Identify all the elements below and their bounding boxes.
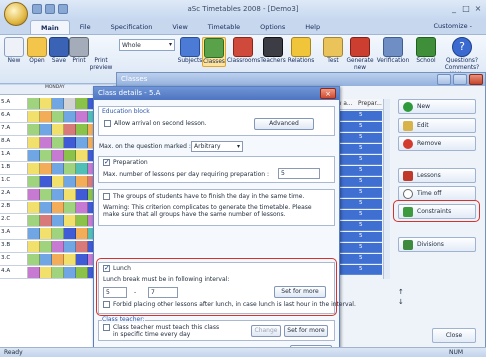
subjects-button[interactable]: Subjects — [177, 37, 203, 65]
minimize-icon[interactable]: _ — [448, 3, 460, 14]
school-icon — [416, 37, 436, 57]
folder-icon — [27, 37, 47, 57]
ribbon-tabs: Main File Specification View Timetable O… — [30, 20, 330, 34]
remove-class-button[interactable]: Remove — [398, 136, 476, 151]
printer-icon — [69, 37, 89, 57]
close-button[interactable]: Close — [432, 328, 476, 343]
edit-class-button[interactable]: Edit — [398, 118, 476, 133]
lunch-highlight — [96, 258, 337, 316]
minimize-icon[interactable] — [437, 74, 451, 85]
class-teacher-checkbox[interactable] — [103, 324, 110, 331]
school-button[interactable]: School — [413, 37, 439, 65]
classes-icon — [204, 38, 224, 58]
arrow-down-icon[interactable]: ↓ — [398, 298, 404, 306]
verification-button[interactable]: Verification — [375, 37, 411, 65]
close-icon[interactable] — [469, 74, 483, 85]
chevron-down-icon: ▾ — [168, 41, 172, 48]
question-icon: ? — [452, 37, 472, 57]
generate-button[interactable]: Generate new — [345, 37, 375, 72]
print-preview-button[interactable]: Print preview — [87, 57, 115, 72]
plus-icon — [403, 102, 413, 112]
chevron-down-icon: ▾ — [236, 143, 240, 150]
classrooms-button[interactable]: Classrooms — [227, 37, 260, 65]
tab-specification[interactable]: Specification — [101, 20, 163, 34]
dialog-title: Class details - 5.A — [94, 87, 339, 100]
title-bar: aSc Timetables 2008 - [Demo3] _ □ × — [0, 0, 486, 20]
tab-file[interactable]: File — [70, 20, 101, 34]
test-icon — [323, 37, 343, 57]
list-scrollbar[interactable] — [383, 99, 390, 279]
disk-icon — [49, 37, 69, 57]
max-question-select[interactable]: Arbitrary ▾ — [191, 141, 243, 152]
classrooms-icon — [233, 37, 253, 57]
quick-access-toolbar[interactable] — [32, 4, 68, 14]
generate-icon — [350, 37, 370, 57]
teachers-icon — [263, 37, 283, 57]
advanced-button[interactable]: Advanced — [254, 118, 314, 130]
status-num: NUM — [449, 349, 464, 356]
verification-icon — [383, 37, 403, 57]
education-block-title: Education block — [102, 108, 150, 115]
time-off-button[interactable]: Time off — [398, 186, 476, 201]
app-menu-button[interactable] — [4, 2, 28, 26]
tab-main[interactable]: Main — [30, 20, 70, 34]
new-button[interactable]: New — [2, 37, 26, 65]
open-button[interactable]: Open — [25, 37, 49, 65]
clock-icon — [403, 189, 413, 199]
arrow-up-icon[interactable]: ↑ — [398, 288, 404, 296]
new-class-button[interactable]: New — [398, 99, 476, 114]
maximize-icon[interactable]: □ — [460, 3, 472, 14]
status-ready: Ready — [4, 349, 23, 356]
maximize-icon[interactable] — [453, 74, 467, 85]
subjects-icon — [180, 37, 200, 57]
max-prep-label: Max. number of lessons per day requiring… — [103, 171, 270, 178]
close-icon[interactable]: × — [320, 88, 336, 99]
max-question-label: Max. on the question marked : — [99, 143, 191, 150]
close-icon[interactable]: × — [472, 3, 484, 14]
remove-icon — [403, 139, 413, 149]
groups-label: The groups of students have to finish th… — [113, 193, 305, 200]
preparation-label: Preparation — [113, 159, 148, 166]
allow-arrival-label: Allow arrival on second lesson. — [114, 120, 207, 127]
window-title: aSc Timetables 2008 - [Demo3] — [187, 5, 299, 13]
classes-window-title: Classes — [117, 73, 485, 86]
tab-timetable[interactable]: Timetable — [198, 20, 250, 34]
divisions-button[interactable]: Divisions — [398, 237, 476, 252]
tab-help[interactable]: Help — [295, 20, 330, 34]
set-for-more-teacher-button[interactable]: Set for more — [284, 325, 328, 337]
status-bar: Ready NUM — [0, 347, 486, 357]
new-icon — [4, 37, 24, 57]
relations-button[interactable]: Relations — [286, 37, 316, 65]
warning-text: Warning: This criterion complicates to g… — [103, 204, 312, 218]
classes-button[interactable]: Classes — [202, 37, 226, 67]
change-button[interactable]: Change — [251, 325, 281, 337]
preparation-checkbox[interactable] — [103, 158, 110, 166]
allow-arrival-checkbox[interactable] — [104, 120, 111, 127]
customize-menu[interactable]: Customize - — [433, 22, 472, 30]
tab-view[interactable]: View — [162, 20, 197, 34]
edit-icon — [403, 121, 413, 131]
lessons-button[interactable]: Lessons — [398, 168, 476, 183]
constraints-highlight — [393, 200, 480, 222]
tab-options[interactable]: Options — [250, 20, 295, 34]
teachers-button[interactable]: Teachers — [259, 37, 287, 65]
groups-checkbox[interactable] — [103, 193, 110, 200]
test-button[interactable]: Test — [322, 37, 344, 65]
class-teacher-label: Class teacher must teach this class in s… — [113, 324, 220, 338]
view-select[interactable]: Whole ▾ — [119, 39, 175, 51]
class-teacher-title: Class teacher: — [102, 316, 145, 323]
max-prep-input[interactable]: 5 — [278, 168, 320, 179]
divisions-icon — [403, 240, 413, 250]
lessons-icon — [403, 171, 413, 181]
class-details-dialog: Class details - 5.A × Education block Al… — [93, 86, 356, 357]
relations-icon — [291, 37, 311, 57]
